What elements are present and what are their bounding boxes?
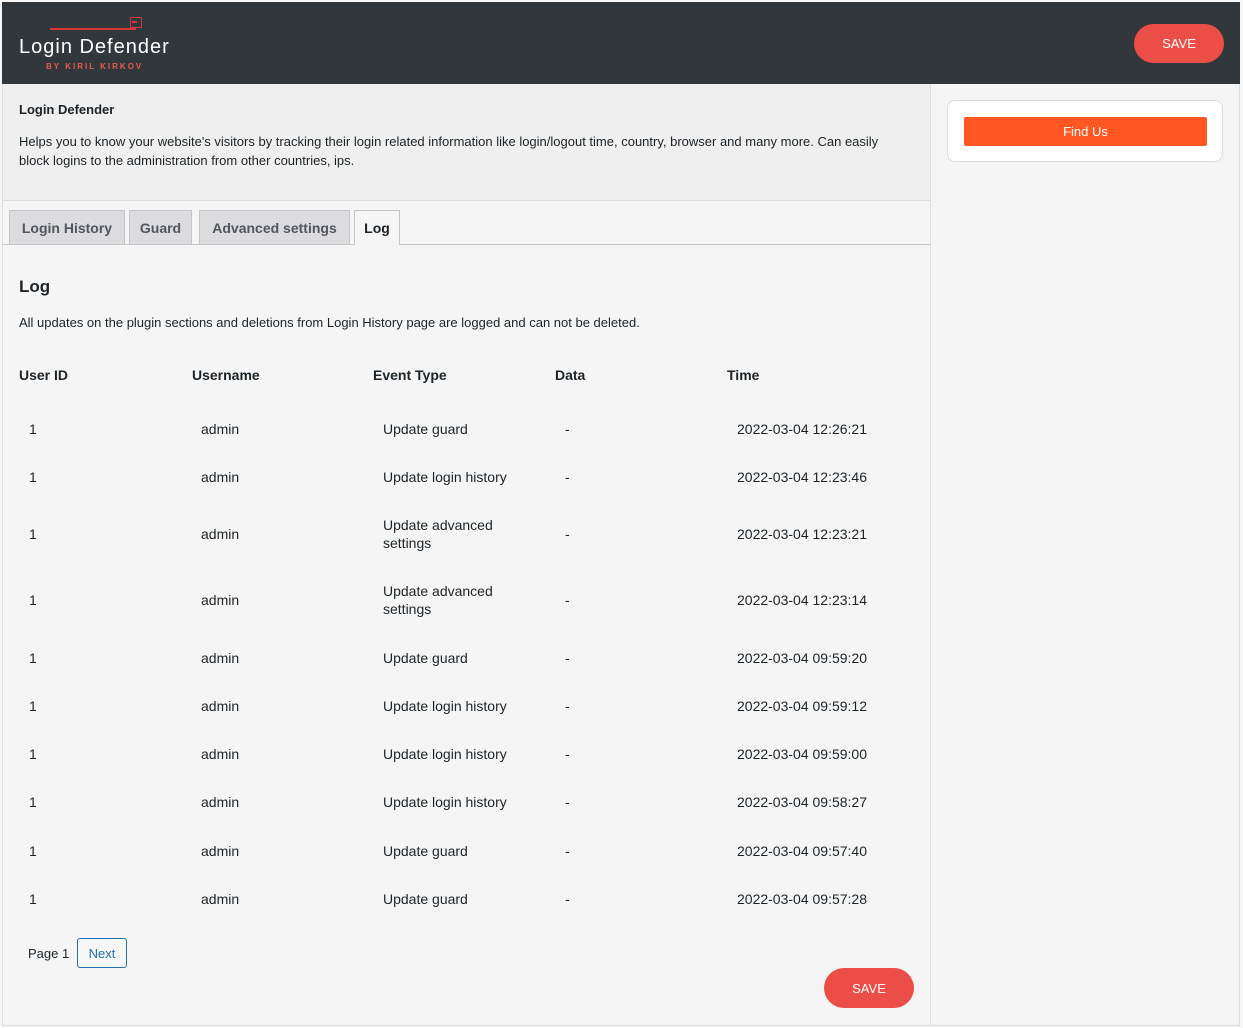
log-title: Log: [19, 277, 51, 296]
find-us-button[interactable]: Find Us: [964, 117, 1207, 146]
next-page-button[interactable]: Next: [77, 938, 127, 968]
cell-event-type: Update guard: [383, 891, 468, 907]
cell-data: -: [565, 843, 570, 859]
cell-event-type: Update login history: [383, 746, 507, 762]
cell-time: 2022-03-04 09:59:00: [737, 746, 867, 762]
cell-time: 2022-03-04 12:23:46: [737, 469, 867, 485]
cell-user-id: 1: [29, 469, 37, 485]
cell-user-id: 1: [29, 746, 37, 762]
logo-subtitle: BY KIRIL KIRKOV: [46, 62, 144, 71]
cell-user-id: 1: [29, 794, 37, 810]
plugin-title: Login Defender: [19, 102, 115, 117]
cell-data: -: [565, 592, 570, 608]
tab-bar: Login History Guard Advanced settings Lo…: [3, 200, 930, 245]
column-header-event-type: Event Type: [373, 367, 447, 383]
plugin-description: Helps you to know your website's visitor…: [19, 134, 879, 168]
cell-username: admin: [201, 526, 240, 542]
cell-time: 2022-03-04 12:23:21: [737, 526, 867, 542]
cell-username: admin: [201, 469, 240, 485]
cell-time: 2022-03-04 12:23:14: [737, 592, 867, 608]
tab-log[interactable]: Log: [354, 210, 400, 245]
cell-user-id: 1: [29, 526, 37, 542]
page-indicator: Page 1: [28, 946, 70, 961]
cell-username: admin: [201, 421, 240, 437]
plugin-intro: Login Defender Helps you to know your we…: [3, 84, 930, 201]
cell-username: admin: [201, 891, 240, 907]
cell-username: admin: [201, 592, 240, 608]
cell-time: 2022-03-04 12:26:21: [737, 421, 867, 437]
cell-event-type: Update guard: [383, 421, 468, 437]
cell-event-type: Update advanced settings: [383, 583, 493, 617]
cell-data: -: [565, 794, 570, 810]
cell-event-type: Update login history: [383, 469, 507, 485]
cell-time: 2022-03-04 09:59:20: [737, 650, 867, 666]
tab-login-history[interactable]: Login History: [9, 210, 125, 244]
cell-event-type: Update login history: [383, 794, 507, 810]
logo-underline: [50, 28, 136, 30]
cell-data: -: [565, 421, 570, 437]
cell-username: admin: [201, 650, 240, 666]
cell-username: admin: [201, 794, 240, 810]
cell-user-id: 1: [29, 592, 37, 608]
cell-data: -: [565, 469, 570, 485]
column-header-user-id: User ID: [19, 367, 69, 383]
cell-event-type: Update guard: [383, 650, 468, 666]
logo-title: Login Defender: [19, 36, 170, 58]
save-button-top[interactable]: SAVE: [1134, 24, 1224, 63]
cell-username: admin: [201, 746, 240, 762]
cell-data: -: [565, 891, 570, 907]
cell-user-id: 1: [29, 421, 37, 437]
cell-user-id: 1: [29, 843, 37, 859]
cell-time: 2022-03-04 09:58:27: [737, 794, 867, 810]
header-bar: Login Defender BY KIRIL KIRKOV: [2, 2, 1240, 84]
sidebar-panel: Find Us: [947, 100, 1223, 162]
tab-guard[interactable]: Guard: [129, 210, 192, 244]
save-button-bottom[interactable]: SAVE: [824, 968, 914, 1008]
cell-time: 2022-03-04 09:57:28: [737, 891, 867, 907]
cell-user-id: 1: [29, 891, 37, 907]
cell-time: 2022-03-04 09:57:40: [737, 843, 867, 859]
cell-data: -: [565, 650, 570, 666]
cell-user-id: 1: [29, 698, 37, 714]
cell-event-type: Update login history: [383, 698, 507, 714]
login-icon: [130, 17, 142, 28]
cell-username: admin: [201, 698, 240, 714]
cell-user-id: 1: [29, 650, 37, 666]
column-header-time: Time: [727, 367, 760, 383]
cell-time: 2022-03-04 09:59:12: [737, 698, 867, 714]
log-description: All updates on the plugin sections and d…: [19, 315, 640, 330]
column-header-data: Data: [555, 367, 586, 383]
cell-data: -: [565, 526, 570, 542]
cell-username: admin: [201, 843, 240, 859]
main-content: Login Defender Helps you to know your we…: [3, 84, 931, 1025]
cell-event-type: Update advanced settings: [383, 517, 493, 551]
column-header-username: Username: [192, 367, 260, 383]
cell-data: -: [565, 698, 570, 714]
logo: Login Defender BY KIRIL KIRKOV: [18, 16, 178, 76]
cell-event-type: Update guard: [383, 843, 468, 859]
tab-advanced-settings[interactable]: Advanced settings: [199, 210, 350, 244]
cell-data: -: [565, 746, 570, 762]
